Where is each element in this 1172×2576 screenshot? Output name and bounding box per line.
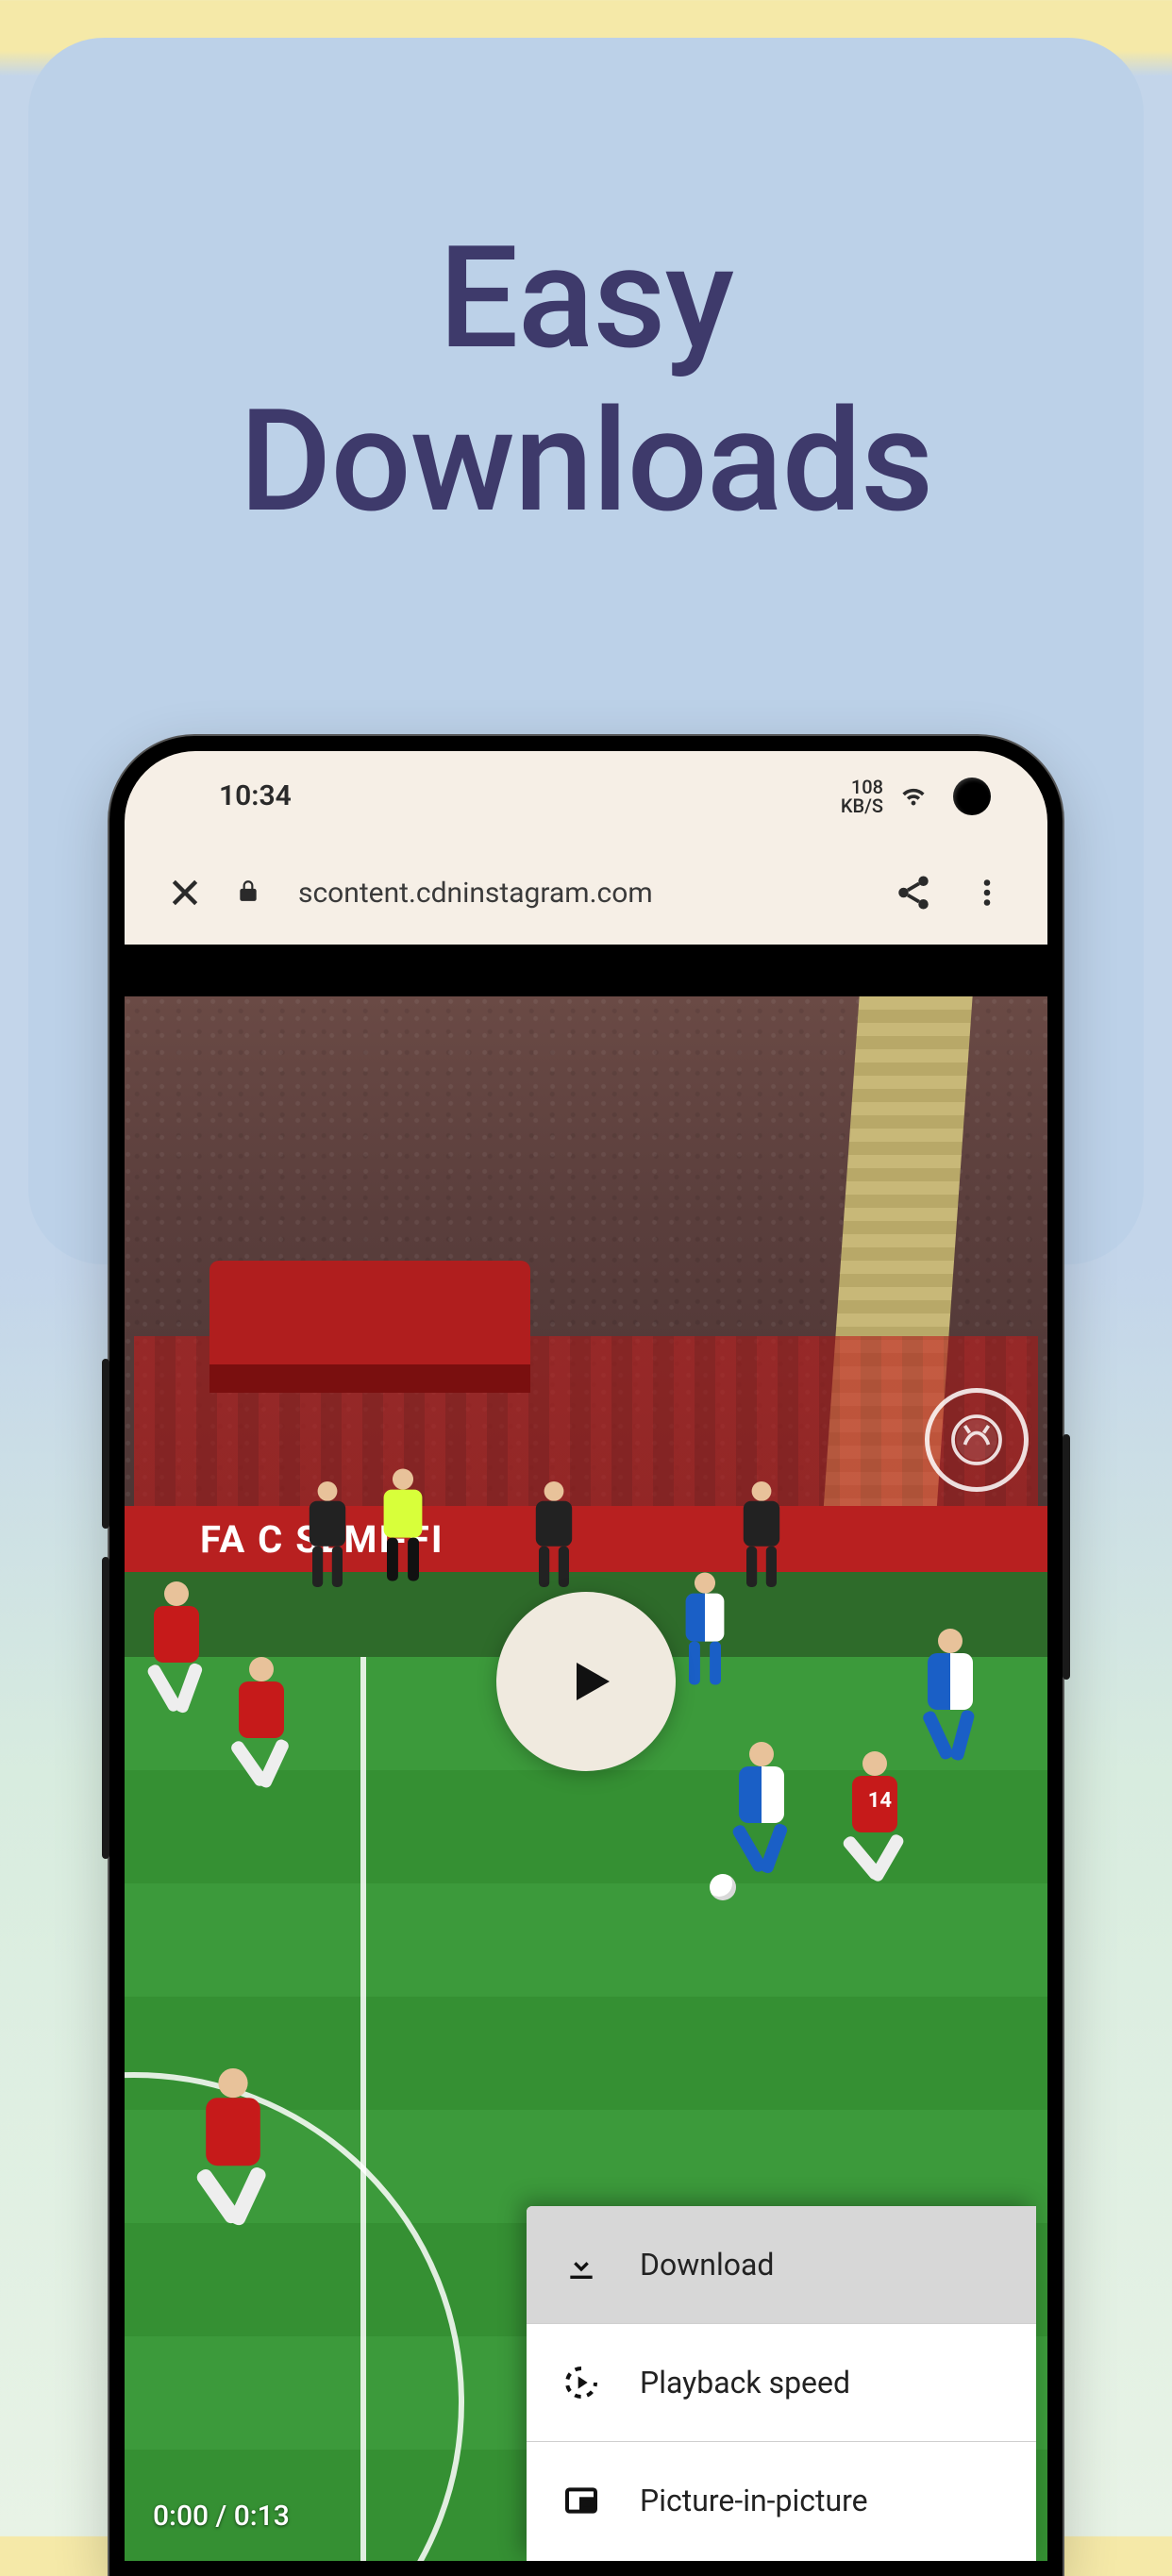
play-button[interactable] xyxy=(496,1592,676,1771)
playback-speed-icon xyxy=(561,2362,602,2403)
menu-item-playback-speed[interactable]: Playback speed xyxy=(527,2323,1036,2441)
club-badge-watermark xyxy=(925,1388,1029,1492)
video-time: 0:00 / 0:13 xyxy=(153,2500,290,2533)
download-icon xyxy=(561,2244,602,2285)
video-player[interactable]: FA C SEMI-FI 14 xyxy=(125,945,1047,2561)
context-menu: Download Playback speed Picture-in-pictu… xyxy=(527,2206,1036,2561)
status-time: 10:34 xyxy=(219,779,292,812)
adboard-text: FA C SEMI-FI xyxy=(125,1506,1047,1572)
share-button[interactable] xyxy=(891,870,936,915)
status-network-rate: 108 KB/S xyxy=(841,778,883,815)
phone-side-button xyxy=(102,1557,109,1859)
player-number: 14 xyxy=(868,1789,892,1813)
phone-side-button xyxy=(1063,1434,1070,1680)
front-camera xyxy=(953,778,991,815)
close-button[interactable] xyxy=(162,870,208,915)
menu-item-pip[interactable]: Picture-in-picture xyxy=(527,2441,1036,2561)
phone-frame: 10:34 108 KB/S scontent.cdninstagram.com xyxy=(109,736,1063,2576)
headline: Easy Downloads xyxy=(0,217,1172,543)
football xyxy=(710,1874,736,1900)
browser-address-bar: scontent.cdninstagram.com xyxy=(125,841,1047,945)
wifi-icon xyxy=(898,778,929,815)
pip-icon xyxy=(561,2480,602,2521)
more-button[interactable] xyxy=(964,870,1010,915)
phone-side-button xyxy=(102,1359,109,1529)
menu-item-label: Playback speed xyxy=(640,2365,850,2400)
status-bar: 10:34 108 KB/S xyxy=(125,751,1047,841)
menu-item-label: Download xyxy=(640,2247,774,2283)
url-text[interactable]: scontent.cdninstagram.com xyxy=(289,877,862,910)
lock-icon xyxy=(236,878,260,907)
menu-item-label: Picture-in-picture xyxy=(640,2483,868,2518)
menu-item-download[interactable]: Download xyxy=(527,2206,1036,2323)
phone-screen: 10:34 108 KB/S scontent.cdninstagram.com xyxy=(125,751,1047,2561)
